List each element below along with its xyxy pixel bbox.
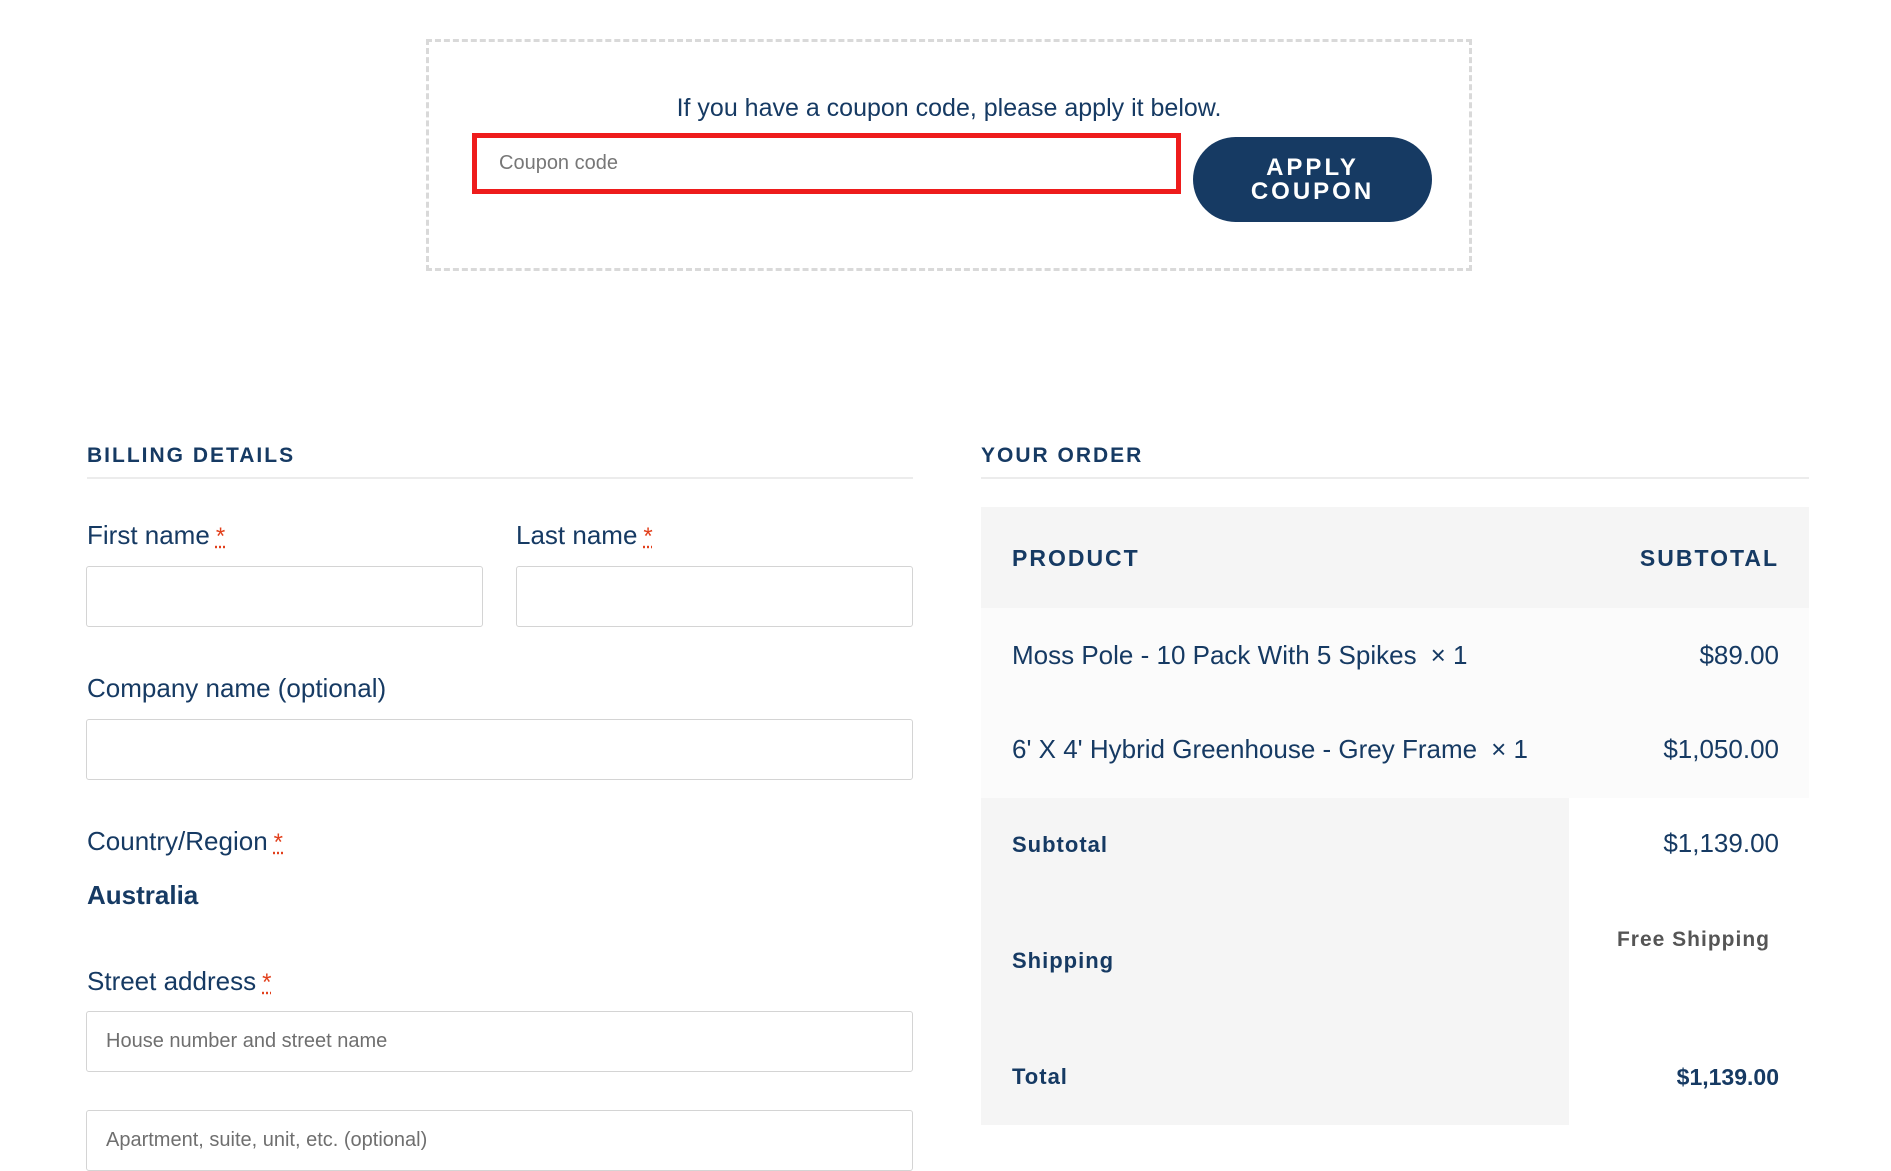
country-label-text: Country/Region <box>87 826 268 856</box>
company-name-label: Company name (optional) <box>87 673 386 704</box>
order-item-amount: $1,050.00 <box>1663 734 1779 764</box>
billing-details-heading: BILLING DETAILS <box>87 444 296 467</box>
last-name-label: Last name * <box>516 520 653 551</box>
product-column-header: PRODUCT <box>1012 545 1140 571</box>
coupon-prompt: If you have a coupon code, please apply … <box>676 94 1222 122</box>
required-marker: * <box>273 829 283 856</box>
first-name-field[interactable] <box>86 566 483 627</box>
order-item-amount: $89.00 <box>1699 640 1779 670</box>
coupon-panel: If you have a coupon code, please apply … <box>426 39 1472 271</box>
billing-divider <box>87 477 913 479</box>
street-address-line2-field[interactable] <box>86 1110 913 1171</box>
shipping-value: Free Shipping <box>1616 928 1770 951</box>
last-name-label-text: Last name <box>516 520 638 550</box>
subtotal-amount: $1,139.00 <box>1663 828 1779 858</box>
subtotal-column-header: SUBTOTAL <box>1639 545 1779 571</box>
coupon-code-input[interactable] <box>472 133 1181 194</box>
order-divider <box>981 477 1809 479</box>
company-name-label-text: Company name (optional) <box>87 673 387 703</box>
order-item-title: 6' X 4' Hybrid Greenhouse - Grey Frame <box>1012 734 1478 764</box>
total-amount: $1,139.00 <box>1676 1064 1779 1090</box>
order-item-name: 6' X 4' Hybrid Greenhouse - Grey Frame × … <box>1012 734 1528 765</box>
last-name-field[interactable] <box>516 566 913 627</box>
shipping-label: Shipping <box>1012 948 1115 973</box>
first-name-label: First name * <box>87 520 225 551</box>
street-address-line1-field[interactable] <box>86 1011 913 1072</box>
required-marker: * <box>643 523 653 550</box>
company-name-field[interactable] <box>86 719 913 780</box>
apply-coupon-button[interactable]: APPLY COUPON <box>1193 137 1432 222</box>
first-name-label-text: First name <box>87 520 210 550</box>
order-item-qty: × 1 <box>1430 640 1468 670</box>
your-order-heading: YOUR ORDER <box>981 444 1144 467</box>
required-marker: * <box>262 969 272 996</box>
street-address-label-text: Street address <box>87 966 257 996</box>
order-items-area <box>981 608 1809 798</box>
subtotal-label: Subtotal <box>1012 832 1108 857</box>
order-item-title: Moss Pole - 10 Pack With 5 Spikes <box>1012 640 1417 670</box>
street-address-label: Street address * <box>87 966 271 997</box>
order-item-name: Moss Pole - 10 Pack With 5 Spikes × 1 <box>1012 640 1467 671</box>
required-marker: * <box>215 523 226 550</box>
total-label: Total <box>1012 1064 1068 1089</box>
order-item-qty: × 1 <box>1491 734 1528 764</box>
country-label: Country/Region * <box>87 826 283 857</box>
country-value: Australia <box>87 880 199 910</box>
